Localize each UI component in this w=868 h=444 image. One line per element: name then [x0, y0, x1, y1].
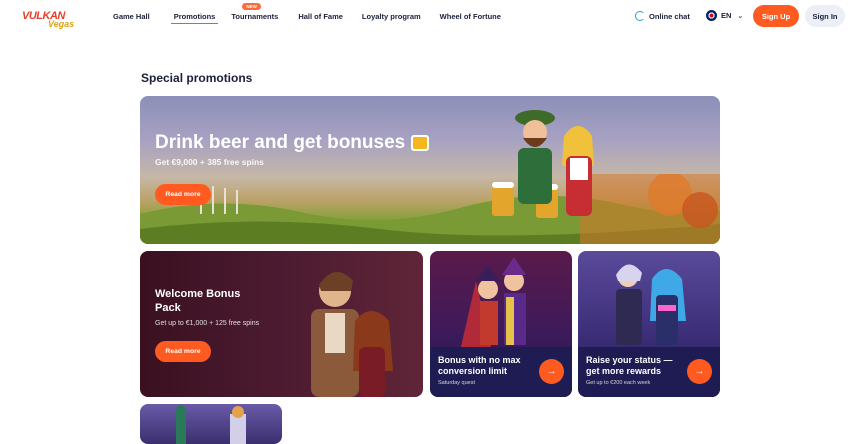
promo-card-welcome-bonus[interactable]: Welcome Bonus Pack Get up to €1,000 + 12… [140, 251, 423, 397]
uk-flag-icon [706, 10, 717, 21]
welcome-characters-art [275, 251, 423, 397]
promo-title-text: Drink beer and get bonuses [155, 132, 406, 153]
nav-label: Hall of Fame [298, 12, 343, 21]
sign-in-button[interactable]: Sign In [805, 5, 845, 27]
promo-card-raise-status[interactable]: Raise your status — get more rewards Get… [578, 251, 720, 397]
sign-up-button[interactable]: Sign Up [753, 5, 799, 27]
site-logo[interactable]: VULKAN Vegas [22, 4, 76, 30]
read-more-button[interactable]: Read more [155, 341, 211, 362]
nav-label: Tournaments [231, 12, 279, 21]
arrow-right-icon[interactable]: → [539, 359, 564, 384]
nav-wheel-of-fortune[interactable]: Wheel of Fortune [440, 0, 501, 33]
promo-card-bonus-no-limit[interactable]: Bonus with no max conversion limit Satur… [430, 251, 572, 397]
nav-label: Promotions [173, 12, 216, 21]
promo-subtitle: Get €9,000 + 385 free spins [155, 157, 264, 167]
nav-promotions[interactable]: Promotions [170, 0, 219, 33]
language-selector[interactable]: EN ⌄ [706, 10, 743, 21]
promo-subtitle: Saturday quest [438, 380, 475, 386]
headset-icon [635, 11, 645, 21]
nav-label: Game Hall [113, 12, 150, 21]
page-title: Special promotions [141, 71, 253, 85]
site-header: VULKAN Vegas Game Hall Promotions NEW To… [0, 0, 868, 33]
main-nav: Game Hall Promotions NEW Tournaments Hal… [113, 0, 501, 33]
promo-title: Raise your status — get more rewards [586, 355, 673, 376]
promo-card-beer[interactable]: Drink beer and get bonuses Get €9,000 + … [140, 96, 720, 244]
partial-card-art [176, 405, 246, 444]
promo-subtitle: Get up to €1,000 + 125 free spins [155, 320, 260, 327]
promo-subtitle: Get up to €200 each week [586, 380, 651, 386]
nav-label: Loyalty program [361, 12, 421, 21]
arrow-right-icon[interactable]: → [687, 359, 712, 384]
nav-tournaments[interactable]: NEW Tournaments [231, 0, 278, 33]
logo-text-secondary: Vegas [48, 19, 75, 29]
status-characters-art [616, 264, 686, 345]
read-more-button[interactable]: Read more [155, 184, 211, 205]
hero-background-art [140, 174, 720, 244]
promo-title: Welcome Bonus Pack [155, 288, 241, 314]
chevron-down-icon: ⌄ [737, 12, 744, 20]
nav-game-hall[interactable]: Game Hall [113, 0, 150, 33]
beer-icon [411, 134, 430, 151]
promo-title: Bonus with no max conversion limit [438, 355, 521, 376]
chat-label: Online chat [649, 11, 690, 21]
bonus-characters-art [460, 257, 526, 351]
language-label: EN [721, 11, 732, 20]
nav-loyalty-program[interactable]: Loyalty program [362, 0, 421, 33]
nav-hall-of-fame[interactable]: Hall of Fame [298, 0, 343, 33]
hero-characters-art [515, 110, 594, 216]
online-chat-link[interactable]: Online chat [635, 11, 690, 21]
nav-label: Wheel of Fortune [439, 12, 501, 21]
new-badge: NEW [242, 3, 261, 10]
promo-card-partial[interactable] [140, 404, 282, 444]
promo-title: Drink beer and get bonuses [155, 132, 430, 154]
